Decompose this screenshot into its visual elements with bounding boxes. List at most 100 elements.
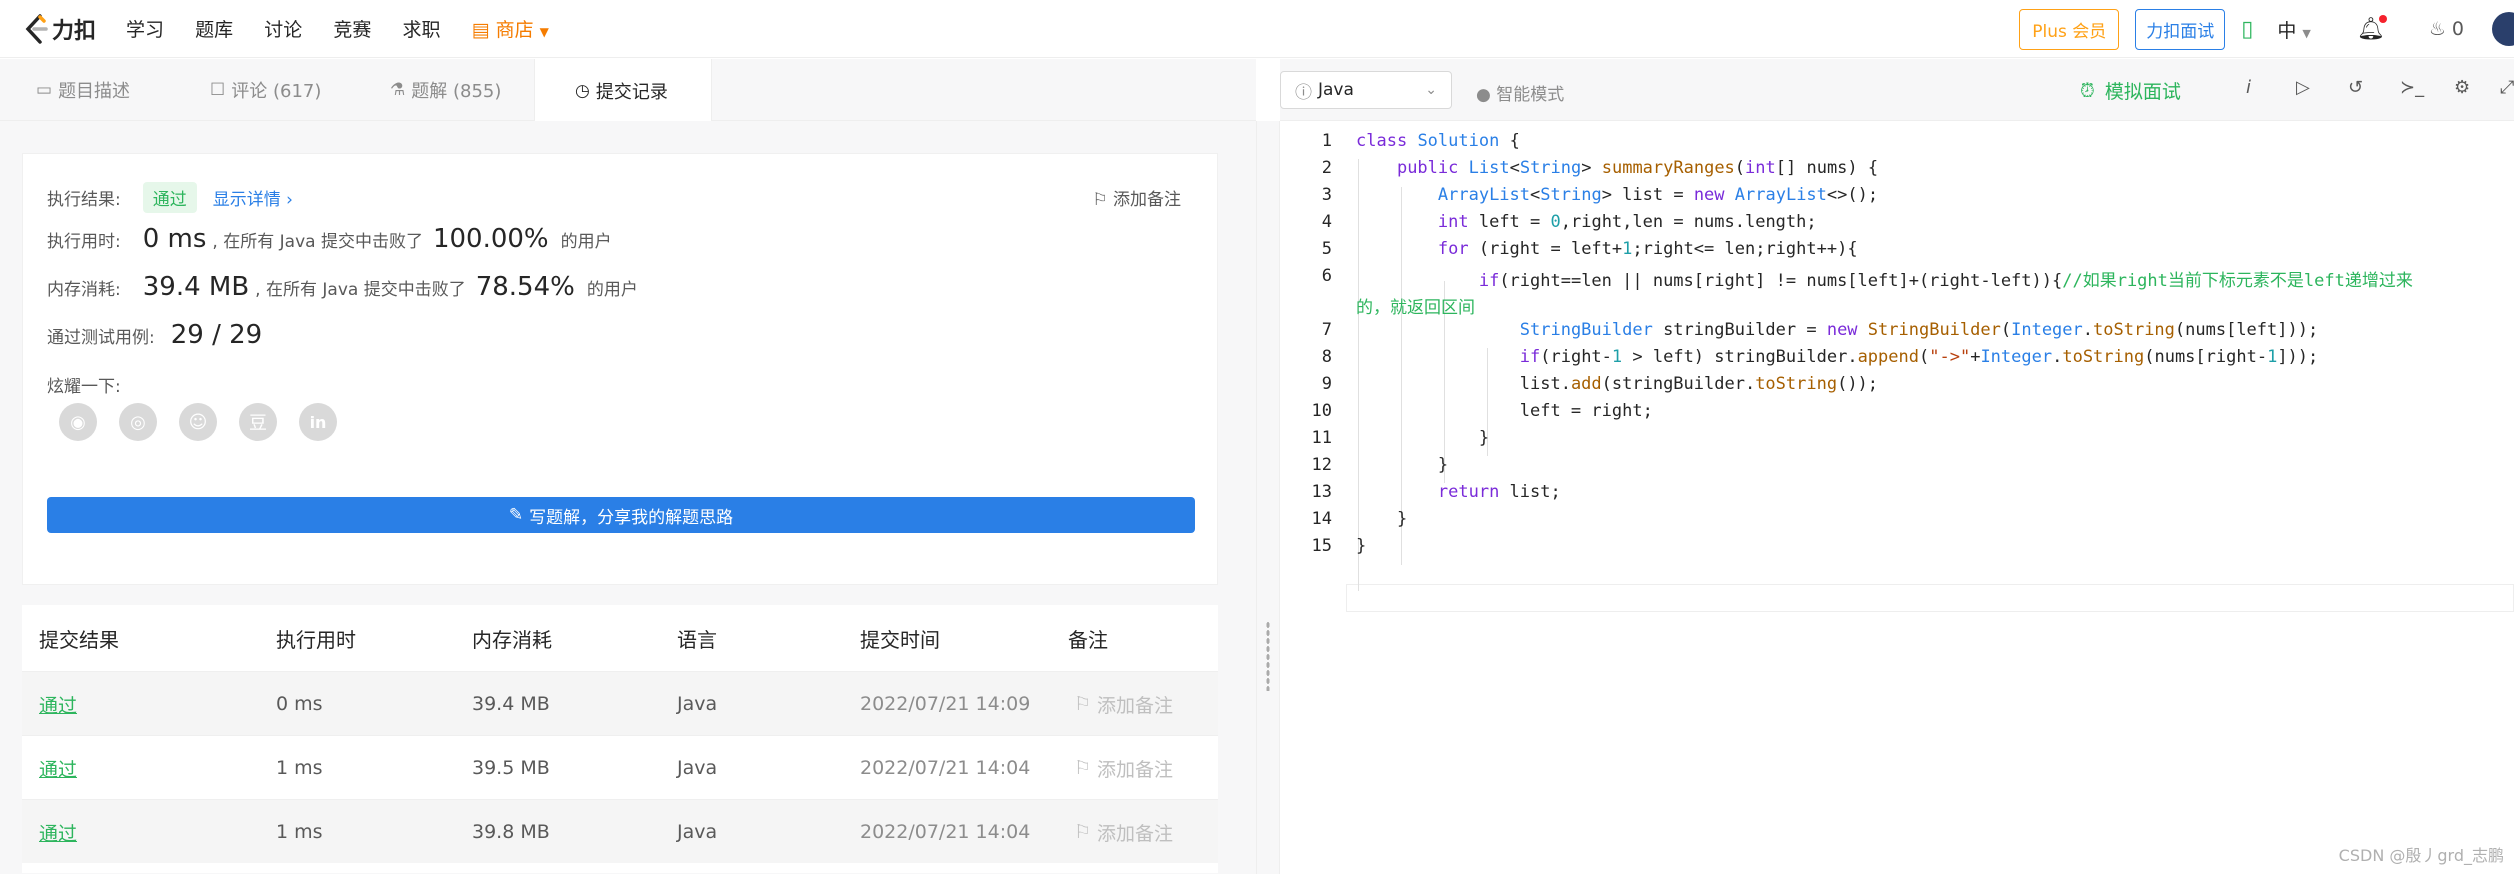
code-line: StringBuilder stringBuilder = new String…: [1519, 320, 2319, 340]
table-row[interactable]: 通过 0 ms 39.4 MB Java 2022/07/21 14:09 ⚐ 添…: [22, 671, 1218, 735]
weibo-icon[interactable]: ◎: [119, 403, 157, 441]
terminal-icon[interactable]: ≻_: [2400, 77, 2424, 98]
tab-comments[interactable]: ☐ 评论 (617): [210, 59, 321, 121]
add-note-cell[interactable]: ⚐ 添加备注: [1074, 736, 1173, 800]
code-line: int left = 0,right,len = nums.length;: [1437, 212, 1817, 232]
header-runtime: 执行用时: [276, 627, 356, 652]
code-line: class Solution {: [1356, 131, 1520, 151]
add-note-button[interactable]: ⚐ 添加备注: [1092, 185, 1181, 210]
line-number: 13: [1311, 482, 1332, 502]
line-number: 14: [1311, 509, 1332, 529]
tab-submissions[interactable]: ◷ 提交记录: [534, 59, 712, 122]
code-line: }: [1356, 536, 1367, 556]
fullscreen-icon[interactable]: ⤢: [2500, 77, 2514, 98]
code-line: left = right;: [1356, 401, 1653, 421]
alarm-clock-icon: ⏰︎: [2080, 79, 2095, 102]
flag-icon: ⚐: [1074, 821, 1092, 843]
panel-splitter[interactable]: [1256, 121, 1280, 874]
code-line: public List<String> summaryRanges(int[] …: [1396, 158, 1879, 178]
add-note-cell[interactable]: ⚐ 添加备注: [1074, 672, 1173, 736]
points-counter[interactable]: ♨ 0: [2429, 18, 2464, 40]
memory-value: 39.4 MB: [142, 272, 250, 302]
language-select[interactable]: ⓘ Java ⌄: [1280, 71, 1452, 109]
leetcode-logo[interactable]: 力扣: [22, 13, 96, 45]
table-row[interactable]: 通过 1 ms 39.5 MB Java 2022/07/21 14:04 ⚐ 添…: [22, 735, 1218, 799]
plus-member-button[interactable]: Plus 会员: [2019, 8, 2120, 50]
runtime-text: , 在所有 Java 提交中击败了: [212, 231, 423, 252]
line-number: 5: [1321, 239, 1332, 259]
memory-cell: 39.8 MB: [472, 821, 550, 843]
nav-learn[interactable]: 学习: [126, 15, 164, 42]
tab-label: 提交记录: [595, 81, 668, 103]
nav-discuss[interactable]: 讨论: [264, 15, 302, 42]
reset-icon[interactable]: ↺: [2348, 77, 2363, 98]
avatar[interactable]: [2492, 12, 2514, 46]
pencil-icon: ✎: [508, 505, 524, 525]
line-number: 2: [1321, 158, 1332, 178]
language-switch[interactable]: 中 ▼: [2277, 16, 2311, 43]
add-note-cell[interactable]: ⚐ 添加备注: [1074, 800, 1173, 864]
header-language: 语言: [677, 627, 717, 652]
share-label: 炫耀一下:: [47, 377, 121, 397]
memory-percent: 78.54%: [475, 272, 575, 302]
flag-icon: ⚐: [1092, 190, 1108, 210]
note-label: 添加备注: [1097, 758, 1174, 781]
write-solution-button[interactable]: ✎ 写题解，分享我的解题思路: [47, 497, 1195, 533]
qq-icon[interactable]: ☺: [179, 403, 217, 441]
status-badge: 通过: [142, 182, 197, 213]
show-detail-link[interactable]: 显示详情 ›: [213, 185, 293, 210]
watermark: CSDN @殷丿grd_志鹏: [2338, 846, 2504, 865]
code-area[interactable]: 1 2 3 4 5 6 7 8 9 10 11 12 13 14 15 clas…: [1280, 121, 2514, 874]
runtime-value: 0 ms: [142, 224, 207, 254]
nav-jobs[interactable]: 求职: [402, 15, 440, 42]
wechat-icon[interactable]: ◉: [59, 403, 97, 441]
line-number: 9: [1321, 374, 1332, 394]
status-label: 执行结果:: [47, 190, 121, 210]
nav-problemset[interactable]: 题库: [195, 15, 233, 42]
language-cell: Java: [677, 693, 718, 715]
code-line: return list;: [1437, 482, 1561, 502]
note-label: 添加备注: [1097, 694, 1174, 717]
comment-icon: ☐: [210, 80, 226, 100]
linkedin-icon[interactable]: in: [299, 403, 337, 441]
douban-icon[interactable]: 豆: [239, 403, 277, 441]
info-icon[interactable]: i: [2246, 77, 2251, 98]
interview-button[interactable]: 力扣面试: [2135, 8, 2226, 50]
memory-cell: 39.5 MB: [472, 757, 550, 779]
language-cell: Java: [677, 821, 718, 843]
logo-text: 力扣: [52, 18, 97, 44]
code-line: }: [1356, 428, 1490, 448]
code-line: for (right = left+1;right<= len;right++)…: [1437, 239, 1858, 259]
tab-solutions[interactable]: ⚗ 题解 (855): [390, 59, 501, 121]
nav-contest[interactable]: 竞赛: [333, 15, 371, 42]
nav-shop[interactable]: ▤ 商店 ▼: [472, 15, 549, 42]
chevron-down-icon: ⌄: [1425, 82, 1437, 98]
settings-icon[interactable]: ⚙: [2454, 77, 2470, 98]
tab-label: 题目描述: [58, 81, 131, 102]
editor-toolbar: ⓘ Java ⌄ ● 智能模式 ⏰︎ 模拟面试 i ▷ ↺ ≻_ ⚙ ⤢: [1280, 59, 2514, 121]
result-link[interactable]: 通过: [39, 800, 77, 864]
code-line: ArrayList<String> list = new ArrayList<>…: [1437, 185, 1879, 205]
caret-down-icon: ▼: [2302, 26, 2311, 40]
result-link[interactable]: 通过: [39, 736, 77, 800]
code-line: if(right-1 > left) stringBuilder.append(…: [1519, 347, 2319, 367]
description-icon: ▭: [36, 80, 53, 100]
memory-text: , 在所有 Java 提交中击败了: [255, 279, 466, 300]
shop-label: 商店: [495, 19, 534, 41]
problem-tabs: ▭ 题目描述 ☐ 评论 (617) ⚗ 题解 (855) ◷ 提交记录: [0, 59, 1256, 122]
clock-icon: ◷: [575, 80, 590, 101]
result-link[interactable]: 通过: [39, 672, 77, 736]
bell-icon[interactable]: 🔔︎: [2357, 14, 2387, 42]
testcases-label: 通过测试用例:: [47, 327, 155, 348]
smart-mode-toggle[interactable]: ● 智能模式: [1476, 80, 1564, 105]
tab-description[interactable]: ▭ 题目描述: [36, 59, 130, 121]
table-row[interactable]: 通过 1 ms 39.8 MB Java 2022/07/21 14:04 ⚐ 添…: [22, 799, 1218, 863]
line-number: 15: [1311, 536, 1332, 556]
flag-icon: ⚐: [1074, 757, 1092, 779]
note-label: 添加备注: [1097, 822, 1174, 845]
mock-interview-button[interactable]: ⏰︎ 模拟面试: [2080, 77, 2181, 104]
mobile-icon[interactable]: ▯: [2241, 17, 2253, 42]
result-card: 执行结果: 通过 显示详情 › ⚐ 添加备注 执行用时: 0 ms , 在所有 …: [22, 153, 1218, 585]
play-icon[interactable]: ▷: [2296, 77, 2310, 98]
mock-interview-label: 模拟面试: [2104, 81, 2181, 103]
